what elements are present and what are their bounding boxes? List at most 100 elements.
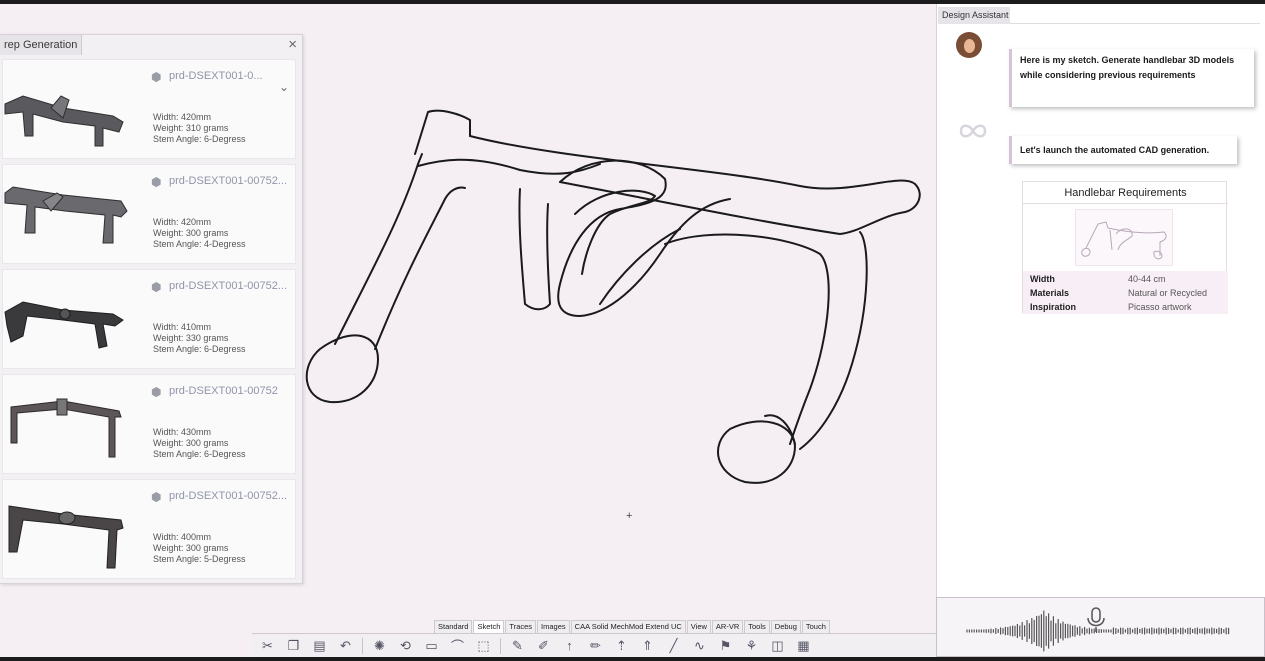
select-icon[interactable]: ⬚	[474, 637, 493, 655]
tab-tools[interactable]: Tools	[744, 620, 770, 633]
arrow-icon[interactable]: ⇡	[612, 637, 631, 655]
sketch-left-top	[414, 109, 471, 155]
sketch-right-arm	[664, 233, 830, 445]
model-stem-angle: Stem Angle: 5-Degress	[153, 554, 246, 564]
layers-icon[interactable]: ◫	[768, 637, 787, 655]
tab-debug[interactable]: Debug	[770, 620, 801, 633]
line-icon[interactable]: ╱	[664, 637, 683, 655]
requirement-key: Inspiration	[1030, 302, 1077, 312]
generated-model-card[interactable]: ⬢ prd-DSEXT001-00752... Width: 410mm Wei…	[2, 269, 296, 369]
requirement-row: Materials Natural or Recycled	[1023, 286, 1228, 300]
requirements-card: Handlebar Requirements Width 40-44 cm Ma…	[1022, 181, 1228, 314]
model-id[interactable]: prd-DSEXT001-00752...	[169, 490, 287, 502]
crosshair-cursor-icon: +	[626, 510, 633, 522]
sketch-center-inner	[574, 189, 656, 275]
requirement-key: Materials	[1030, 288, 1070, 298]
model-width: Width: 420mm	[153, 217, 212, 227]
transform-icon[interactable]: ⟲	[396, 637, 415, 655]
sketch-top-bar	[469, 135, 921, 235]
model-specs: Width: 400mm Weight: 300 grams Stem Angl…	[153, 532, 246, 565]
model-cube-icon: ⬢	[151, 490, 162, 504]
requirement-value: Natural or Recycled	[1128, 288, 1208, 298]
network-icon[interactable]: ⚘	[742, 637, 761, 655]
requirement-value: 40-44 cm	[1128, 274, 1166, 284]
sketch-center-loop	[557, 159, 731, 317]
tab-standard[interactable]: Standard	[434, 620, 473, 633]
generated-model-card[interactable]: ⬢ prd-DSEXT001-00752... Width: 420mm Wei…	[2, 164, 296, 264]
settings-icon[interactable]: ✺	[370, 637, 389, 655]
model-width: Width: 420mm	[153, 112, 212, 122]
model-weight: Weight: 330 grams	[153, 333, 229, 343]
toolbar-tabs: Standard Sketch Traces Images CAA Solid …	[434, 620, 831, 633]
model-specs: Width: 420mm Weight: 300 grams Stem Angl…	[153, 217, 246, 250]
model-weight: Weight: 300 grams	[153, 438, 229, 448]
model-cube-icon: ⬢	[151, 70, 162, 84]
toolbar-divider	[500, 637, 501, 654]
generated-model-card[interactable]: ⬢ prd-DSEXT001-00752... Width: 400mm Wei…	[2, 479, 296, 579]
paste-icon[interactable]: ▤	[310, 637, 329, 655]
arrow-icon[interactable]: ⇑	[638, 637, 657, 655]
pen-icon[interactable]: ✎	[508, 637, 527, 655]
voice-waveform	[966, 607, 1230, 652]
tab-sketch[interactable]: Sketch	[473, 620, 505, 633]
generated-model-card[interactable]: ⬢ prd-DSEXT001-0... ⌄ Width: 420mm Weigh…	[2, 59, 296, 159]
user-avatar	[956, 32, 982, 58]
requirements-table: Width 40-44 cm Materials Natural or Recy…	[1023, 271, 1228, 314]
tab-ar-vr[interactable]: AR-VR	[711, 620, 744, 633]
generated-model-card[interactable]: ⬢ prd-DSEXT001-00752 Width: 430mm Weight…	[2, 374, 296, 474]
microphone-icon	[1087, 607, 1105, 632]
curve-icon[interactable]: ⌒	[448, 637, 467, 655]
sketch-left-drop-arm	[334, 153, 423, 345]
design-assistant-tab[interactable]: Design Assistant	[938, 7, 1010, 24]
requirement-key: Width	[1030, 274, 1055, 284]
model-id[interactable]: prd-DSEXT001-00752...	[169, 280, 287, 292]
model-id[interactable]: prd-DSEXT001-0...	[169, 70, 263, 82]
sketch-center-inner-2	[599, 228, 681, 305]
action-toolbar: ✂ ❐ ▤ ↶ ✺ ⟲ ▭ ⌒ ⬚ ✎ ✐ ↑ ✏ ⇡ ⇑ ╱ ∿ ⚑ ⚘ ◫ …	[252, 633, 936, 657]
handlebar-thumbnail	[4, 186, 128, 244]
close-icon[interactable]: ×	[288, 36, 297, 54]
design-assistant-panel: Design Assistant Here is my sketch. Gene…	[936, 4, 1265, 597]
voice-input-panel[interactable]	[936, 597, 1265, 657]
model-weight: Weight: 310 grams	[153, 123, 229, 133]
tab-traces[interactable]: Traces	[505, 620, 537, 633]
model-cube-icon: ⬢	[151, 280, 162, 294]
page-icon[interactable]: ▭	[422, 637, 441, 655]
copy-icon[interactable]: ❐	[284, 637, 303, 655]
requirement-row: Inspiration Picasso artwork	[1023, 300, 1228, 314]
tab-touch[interactable]: Touch	[801, 620, 830, 633]
handlebar-thumbnail	[4, 95, 124, 147]
model-width: Width: 410mm	[153, 322, 212, 332]
tab-caa-solid[interactable]: CAA Solid MechMod Extend UC	[570, 620, 686, 633]
tab-images[interactable]: Images	[537, 620, 570, 633]
model-id[interactable]: prd-DSEXT001-00752...	[169, 175, 287, 187]
arrow-icon[interactable]: ↑	[560, 637, 579, 655]
assistant-logo-icon	[959, 124, 987, 138]
sketch-left-drop	[305, 334, 379, 404]
bottom-strip	[0, 657, 1265, 661]
assistant-message: Let's launch the automated CAD generatio…	[1009, 136, 1237, 164]
scissors-icon[interactable]: ✂	[258, 637, 277, 655]
model-cube-icon: ⬢	[151, 385, 162, 399]
brush-icon[interactable]: ✐	[534, 637, 553, 655]
handlebar-thumbnail	[4, 301, 124, 349]
undo-icon[interactable]: ↶	[336, 637, 355, 655]
generation-panel-header: rep Generation ×	[0, 35, 303, 55]
requirement-row: Width 40-44 cm	[1023, 272, 1228, 286]
chevron-down-icon[interactable]: ⌄	[279, 80, 289, 94]
model-specs: Width: 420mm Weight: 310 grams Stem Angl…	[153, 112, 246, 145]
sketch-right-arm-outer	[799, 231, 868, 450]
requirement-value: Picasso artwork	[1128, 302, 1192, 312]
tab-view[interactable]: View	[686, 620, 711, 633]
user-message: Here is my sketch. Generate handlebar 3D…	[1009, 49, 1254, 107]
requirements-title: Handlebar Requirements	[1023, 182, 1228, 204]
toolbar-divider	[362, 637, 363, 654]
pencil-icon[interactable]: ✏	[586, 637, 605, 655]
model-id[interactable]: prd-DSEXT001-00752	[169, 385, 278, 397]
handlebar-thumbnail	[10, 398, 122, 458]
chart-icon[interactable]: ▦	[794, 637, 813, 655]
wave-icon[interactable]: ∿	[690, 637, 709, 655]
generation-panel-title[interactable]: rep Generation	[0, 35, 82, 55]
model-width: Width: 430mm	[153, 427, 212, 437]
stamp-icon[interactable]: ⚑	[716, 637, 735, 655]
